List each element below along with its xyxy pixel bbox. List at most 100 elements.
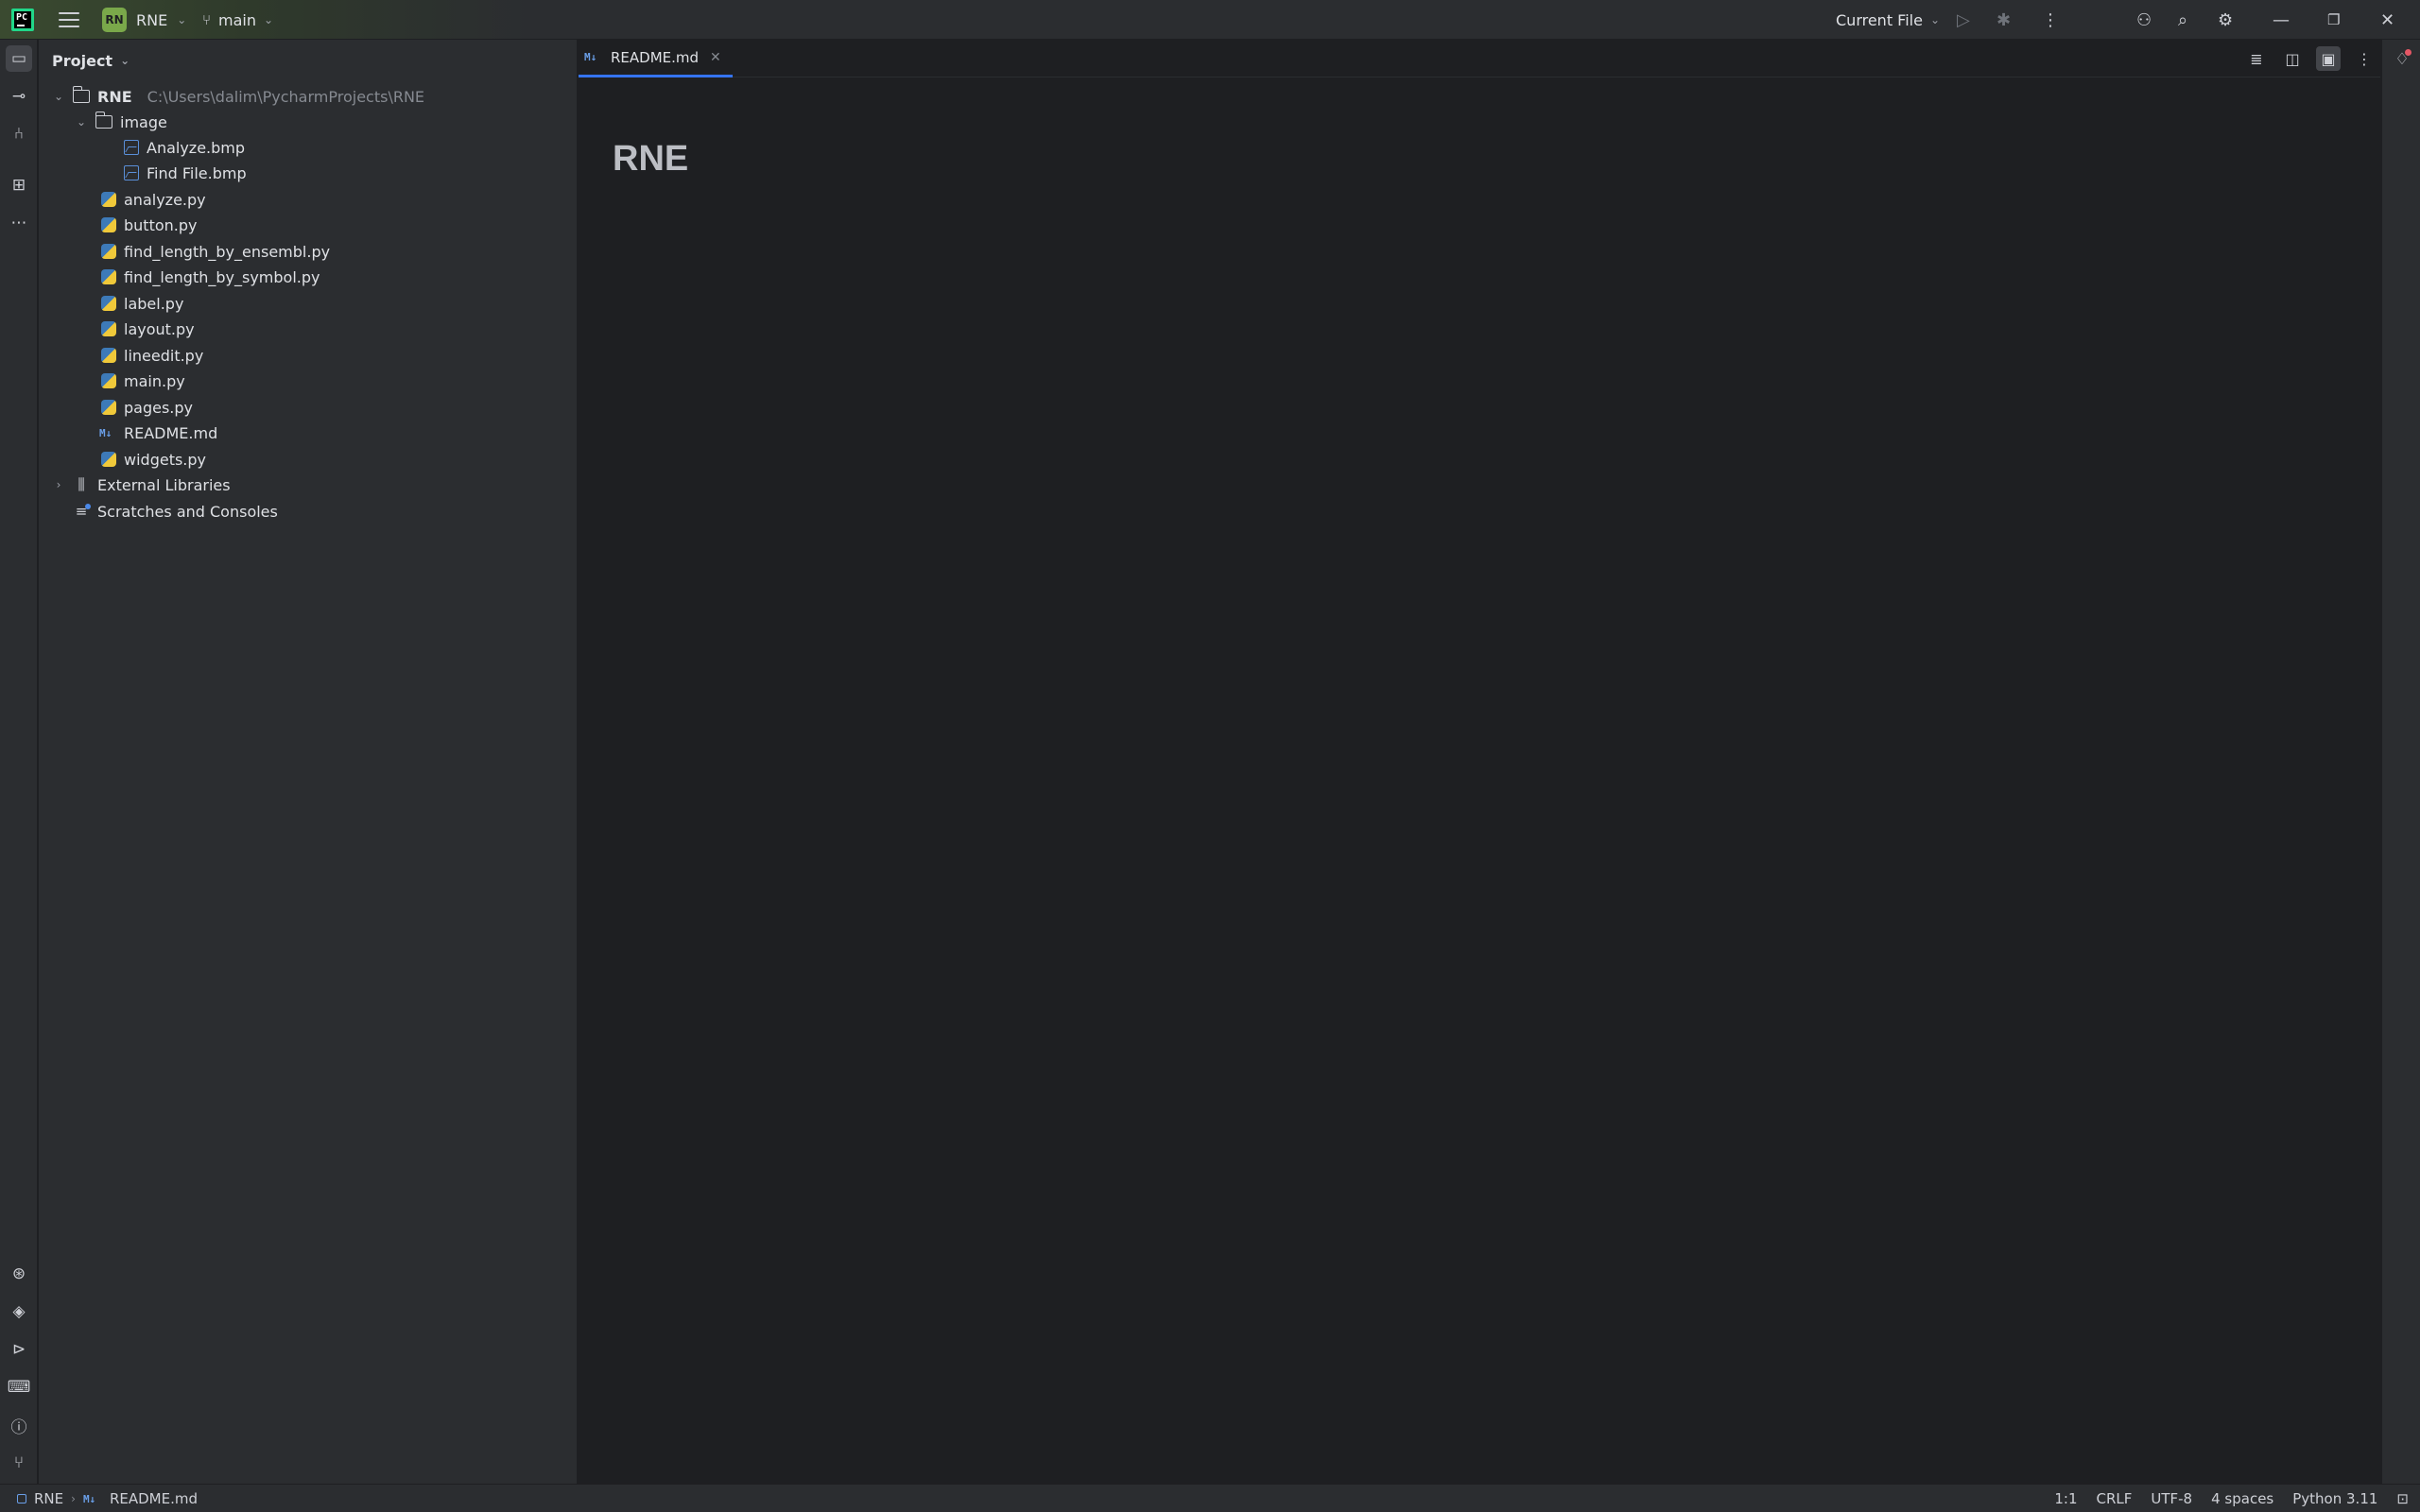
project-module-icon: [17, 1494, 26, 1503]
markdown-file-icon: M↓: [99, 426, 112, 439]
image-file-icon: [124, 165, 139, 180]
external-libraries-label: External Libraries: [97, 475, 231, 494]
code-with-me-button[interactable]: ⚇: [2136, 0, 2152, 40]
tree-file-lineedit-py[interactable]: lineedit.py: [101, 343, 203, 368]
git-branch-icon: ⑂: [13, 1453, 25, 1472]
vcs-branch-widget[interactable]: ⑂ main ⌄: [202, 0, 273, 40]
minimize-icon: —: [2273, 9, 2290, 30]
chevron-down-icon: ⌄: [1929, 13, 1941, 26]
tree-file-main-py[interactable]: main.py: [101, 369, 185, 393]
project-widget[interactable]: RN RNE ⌄: [102, 0, 186, 40]
chevron-down-icon[interactable]: ⌄: [75, 115, 88, 129]
project-tool-button[interactable]: ▭: [6, 45, 32, 72]
root-folder-path: C:\Users\dalim\PycharmProjects\RNE: [147, 87, 425, 106]
commit-tool-button[interactable]: ⊸: [6, 83, 32, 110]
line-separator[interactable]: CRLF: [2096, 1490, 2132, 1507]
tab-readme-md[interactable]: M↓ README.md ✕: [579, 40, 733, 77]
tree-folder-image[interactable]: ⌄ image: [75, 110, 167, 134]
right-tool-window-strip: ♢: [2381, 40, 2420, 1484]
run-config-label: Current File: [1836, 10, 1923, 29]
file-encoding[interactable]: UTF-8: [2151, 1490, 2192, 1507]
root-folder-name: RNE: [97, 87, 132, 106]
tree-file-analyze-py[interactable]: analyze.py: [101, 187, 206, 212]
chevron-right-icon[interactable]: ›: [52, 478, 65, 491]
tree-file-find-file-bmp[interactable]: Find File.bmp: [124, 161, 247, 185]
terminal-tool-button[interactable]: ⌨: [6, 1374, 32, 1400]
close-tab-icon[interactable]: ✕: [710, 50, 721, 65]
editor-only-icon[interactable]: ≣: [2244, 46, 2269, 71]
run-config-selector[interactable]: Current File ⌄: [1836, 0, 1940, 40]
tree-file-layout-py[interactable]: layout.py: [101, 317, 195, 341]
debug-bug-icon: ✱: [1996, 9, 2012, 30]
indent-setting[interactable]: 4 spaces: [2211, 1490, 2273, 1507]
tree-file-label-py[interactable]: label.py: [101, 291, 183, 316]
breadcrumb-file[interactable]: README.md: [110, 1490, 198, 1507]
tree-root-rne[interactable]: ⌄ RNE C:\Users\dalim\PycharmProjects\RNE: [52, 84, 424, 109]
more-tools-button[interactable]: ⋯: [6, 210, 32, 236]
settings-button[interactable]: ⚙: [2218, 0, 2233, 40]
terminal-icon: ⌨: [7, 1378, 31, 1397]
run-play-icon: ▷: [1957, 9, 1970, 30]
tree-file-pages-py[interactable]: pages.py: [101, 395, 193, 420]
warning-circle-icon: ⓘ: [10, 1418, 27, 1437]
minimize-button[interactable]: —: [2273, 0, 2290, 40]
library-icon: ⫼: [78, 475, 85, 493]
python-interpreter[interactable]: Python 3.11: [2292, 1490, 2377, 1507]
tree-file-analyze-bmp[interactable]: Analyze.bmp: [124, 135, 245, 160]
tree-scratches-and-consoles[interactable]: ≡ Scratches and Consoles: [73, 499, 278, 524]
pull-requests-tool-button[interactable]: ⑃: [6, 121, 32, 147]
editor-area: M↓ README.md ✕ ≣ ◫ ▣ ⋮ RNE: [579, 40, 2380, 1484]
hamburger-menu-icon: [59, 12, 79, 27]
python-file-icon: [101, 400, 116, 415]
tree-file-find-length-by-symbol-py[interactable]: find_length_by_symbol.py: [101, 265, 320, 289]
tree-file-find-length-by-ensembl-py[interactable]: find_length_by_ensembl.py: [101, 239, 330, 264]
search-everywhere-button[interactable]: ⌕: [2178, 0, 2187, 40]
folder-name: image: [120, 112, 167, 131]
more-horizontal-icon: ⋯: [10, 214, 27, 232]
run-button[interactable]: ▷: [1957, 0, 1970, 40]
chevron-down-icon: ⌄: [177, 13, 187, 26]
tree-external-libraries[interactable]: › ⫼ External Libraries: [52, 472, 231, 497]
tree-file-widgets-py[interactable]: widgets.py: [101, 447, 206, 472]
project-panel-title: Project: [52, 51, 113, 70]
more-actions-button[interactable]: ⋮: [2042, 0, 2059, 40]
breadcrumb-project[interactable]: RNE: [34, 1490, 63, 1507]
tree-file-readme-md[interactable]: M↓ README.md: [99, 421, 217, 445]
restore-window-icon: ❐: [2327, 11, 2341, 28]
restore-button[interactable]: ❐: [2327, 0, 2340, 40]
python-file-icon: [101, 348, 116, 363]
python-icon: ⊛: [11, 1264, 26, 1283]
notifications-bell-icon[interactable]: ♢: [2390, 47, 2414, 72]
git-tool-button[interactable]: ⑂: [6, 1450, 32, 1476]
chevron-down-icon[interactable]: ⌄: [52, 90, 65, 103]
app-logo[interactable]: PC: [11, 0, 34, 40]
layers-tool-button[interactable]: ◈: [6, 1298, 32, 1325]
main-menu-button[interactable]: [59, 0, 79, 40]
debug-button[interactable]: ✱: [1996, 0, 2011, 40]
more-vertical-icon[interactable]: ⋮: [2352, 46, 2377, 71]
python-packages-tool-button[interactable]: ⊛: [6, 1261, 32, 1287]
file-name: layout.py: [124, 319, 195, 338]
editor-view-mode-actions: ≣ ◫ ▣ ⋮: [2244, 40, 2377, 77]
file-name: lineedit.py: [124, 346, 204, 365]
read-only-lock-icon[interactable]: ⊡: [2396, 1490, 2409, 1507]
preview-only-icon[interactable]: ▣: [2316, 46, 2341, 71]
status-bar: RNE › M↓ README.md 1:1 CRLF UTF-8 4 spac…: [0, 1484, 2420, 1512]
add-user-icon: ⚇: [2136, 9, 2152, 30]
project-panel-header[interactable]: Project ⌄: [52, 49, 130, 72]
caret-position[interactable]: 1:1: [2054, 1490, 2077, 1507]
python-file-icon: [101, 296, 116, 311]
more-vertical-icon: ⋮: [2042, 9, 2059, 30]
branch-name: main: [218, 10, 256, 29]
python-file-icon: [101, 321, 116, 336]
problems-tool-button[interactable]: ⓘ: [6, 1412, 32, 1438]
services-tool-button[interactable]: ⊳: [6, 1336, 32, 1363]
editor-and-preview-icon[interactable]: ◫: [2280, 46, 2305, 71]
close-window-button[interactable]: ✕: [2380, 0, 2394, 40]
structure-tool-button[interactable]: ⊞: [6, 172, 32, 198]
folder-icon: [95, 112, 112, 129]
tree-file-button-py[interactable]: button.py: [101, 213, 197, 237]
file-name: find_length_by_symbol.py: [124, 267, 320, 286]
python-file-icon: [101, 244, 116, 259]
chevron-down-icon: ⌄: [264, 13, 274, 26]
